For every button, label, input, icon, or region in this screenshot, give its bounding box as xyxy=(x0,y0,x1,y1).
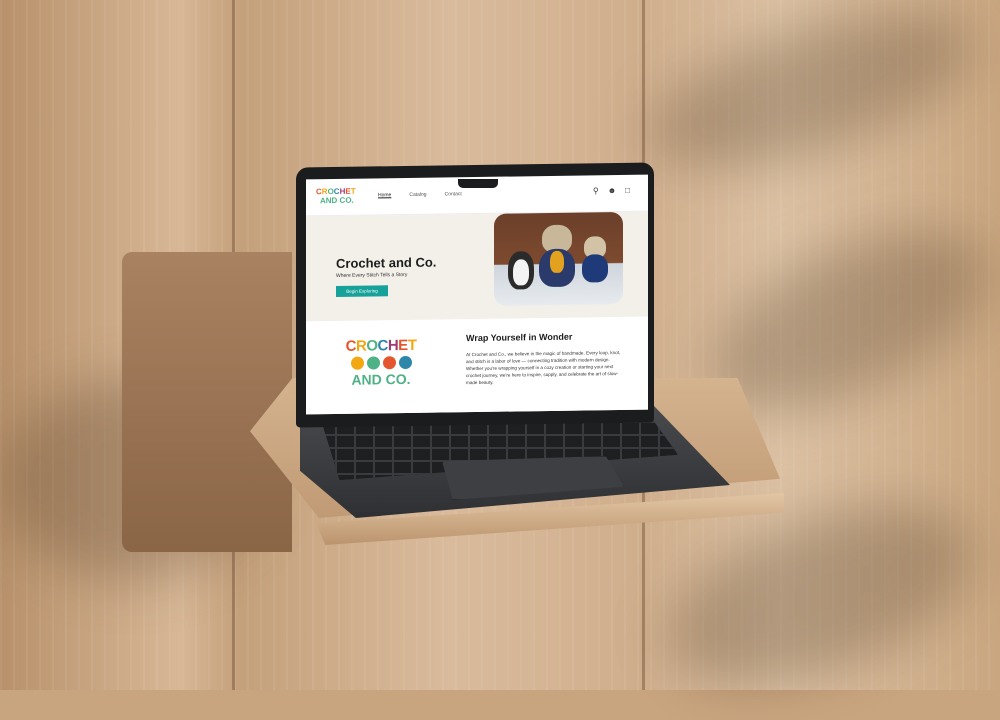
search-icon[interactable]: ⚲ xyxy=(593,186,599,195)
camera-notch xyxy=(458,179,498,188)
penguin-belly xyxy=(513,259,529,286)
yarn-ball-icon xyxy=(382,356,396,370)
hero-image-crochet-toys xyxy=(494,211,623,306)
yarn-ball-icon xyxy=(398,355,412,370)
logo-letter: R xyxy=(355,337,367,355)
nav-item-contact[interactable]: Contact xyxy=(445,191,462,197)
small-bear-body xyxy=(582,254,608,283)
bear-toy-scarf xyxy=(550,250,564,273)
logo-letter: O xyxy=(366,337,378,355)
logo-letter: E xyxy=(398,336,408,355)
nav-item-catalog[interactable]: Catalog xyxy=(409,192,426,198)
hero-title: Crochet and Co. xyxy=(336,254,437,271)
crochet-and-co-logo: CROCHET AND CO. xyxy=(336,336,426,388)
logo-letter: C xyxy=(377,337,388,355)
main-nav: Home Catalog Contact xyxy=(378,191,462,198)
shelf-back-panel xyxy=(122,252,292,552)
hero-section: Crochet and Co. Where Every Stitch Tells… xyxy=(306,211,648,322)
begin-exploring-button[interactable]: Begin Exploring xyxy=(336,285,388,297)
yarn-ball-icon xyxy=(366,356,380,370)
account-icon[interactable]: ☻ xyxy=(608,186,616,195)
logo-subline: AND CO. xyxy=(351,370,411,388)
about-text: At Crochet and Co., we believe in the ma… xyxy=(466,349,621,386)
header-icons: ⚲ ☻ □ xyxy=(593,186,630,196)
site-logo[interactable]: CROCHET AND CO. xyxy=(316,187,356,206)
yarn-balls xyxy=(336,355,426,370)
logo-letter: C xyxy=(345,337,356,355)
nav-item-home[interactable]: Home xyxy=(378,192,391,198)
logo-letter: T xyxy=(407,336,417,354)
cart-icon[interactable]: □ xyxy=(625,186,630,195)
about-title: Wrap Yourself in Wonder xyxy=(466,331,573,344)
about-section: CROCHET AND CO. Wrap Yourself in Wonder … xyxy=(306,316,648,415)
logo-subline: AND CO. xyxy=(320,195,354,206)
laptop-screen: CROCHET AND CO. Home Catalog Contact ⚲ ☻… xyxy=(306,174,648,415)
logo-letter: H xyxy=(387,337,399,355)
hero-subtitle: Where Every Stitch Tells a Story xyxy=(336,271,408,279)
logo-letter: T xyxy=(350,186,356,196)
yarn-ball-icon xyxy=(350,356,364,370)
